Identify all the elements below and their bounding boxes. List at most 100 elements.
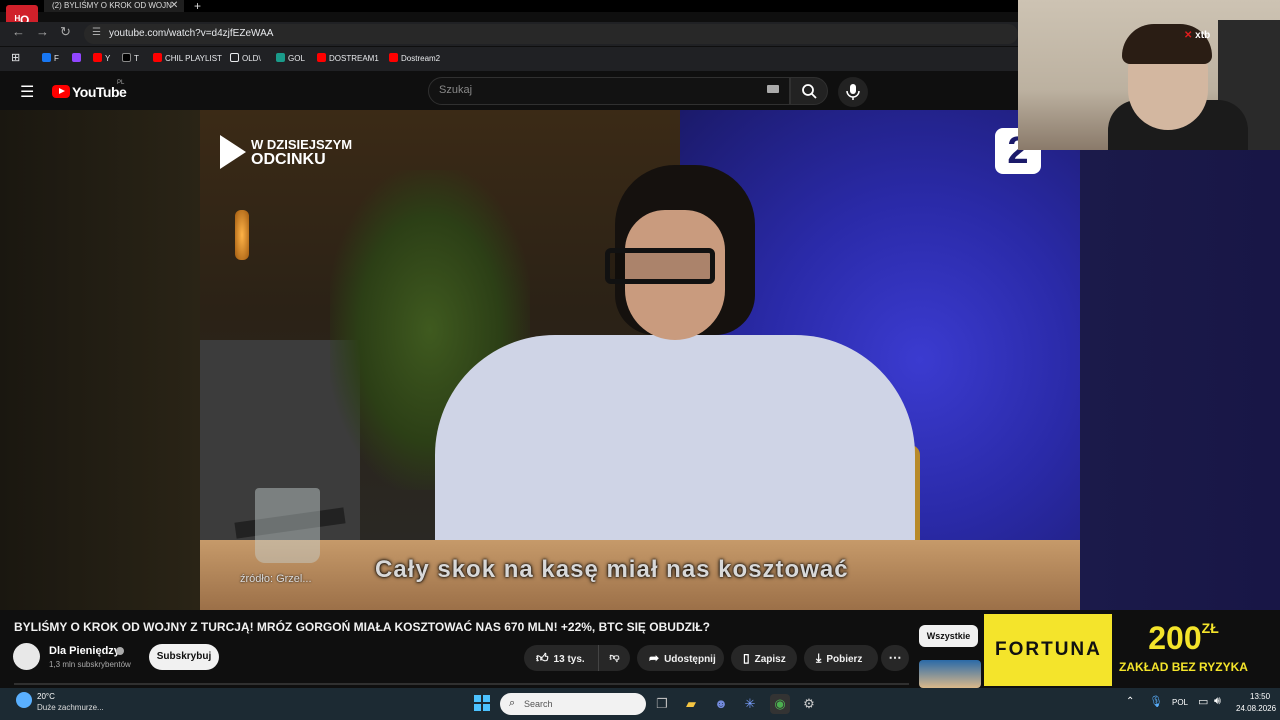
folder-icon (230, 53, 239, 62)
taskbar-search[interactable]: ⌕ Search (500, 693, 646, 715)
channel-name[interactable]: Dla Pieniędzy (49, 645, 120, 657)
settings-gear-icon[interactable]: ⚙ (799, 694, 819, 714)
like-button[interactable]: 👍︎ 13 tys. (524, 645, 598, 671)
more-actions-button[interactable]: ⋯ (881, 645, 909, 671)
twitch-icon (72, 53, 81, 62)
webcam-overlay (1018, 0, 1280, 150)
volume-icon[interactable]: 🔊︎ (1214, 695, 1221, 708)
thumbs-up-icon: 👍︎ (536, 651, 549, 665)
bookmark-f[interactable]: F (42, 53, 59, 63)
youtube-play-icon (52, 85, 70, 99)
bookmark-chil-playlist[interactable]: CHIL PLAYLIST (153, 53, 222, 63)
app-sparkle-icon[interactable]: ✳ (740, 694, 760, 714)
taskbar: 20°C Duże zachmurze... ⌕ Search ❐ ▰ ☻ ✳ … (0, 688, 1280, 720)
weather-description[interactable]: Duże zachmurze... (37, 703, 104, 712)
bookmark-icon: ▯ (743, 651, 750, 665)
search-icon: ⌕ (509, 697, 516, 709)
xtb-icon: ✕ (1184, 30, 1193, 41)
discord-icon[interactable]: ☻ (711, 694, 731, 714)
browser-tab[interactable]: (2) BYLIŚMY O KROK OD WOJN (44, 0, 184, 12)
thumbs-down-icon: 👎︎ (609, 652, 620, 663)
facebook-icon (42, 53, 51, 62)
file-explorer-icon[interactable]: ▰ (681, 694, 701, 714)
subscriber-count: 1,3 mln subskrybentów (49, 660, 131, 669)
tab-close-icon[interactable]: ✕ (170, 0, 178, 12)
clock-time[interactable]: 13:50 (1250, 692, 1270, 701)
filter-chip-all[interactable]: Wszystkie (919, 625, 978, 647)
search-button[interactable] (790, 77, 828, 105)
bookmark-y[interactable]: Y (93, 53, 110, 63)
divider (14, 683, 909, 685)
episode-badge: W DZISIEJSZYM ODCINKU (220, 135, 352, 169)
water-glass (255, 488, 320, 563)
search-icon (802, 84, 817, 99)
url-text[interactable]: youtube.com/watch?v=d4zjfEZeWAA (109, 28, 273, 39)
bookmarks-bar: ⊞ F Y T CHIL PLAYLIST OLD\ GOL DOSTREAM1… (0, 47, 1018, 71)
search-input[interactable] (439, 84, 739, 96)
weather-temperature[interactable]: 20°C (37, 692, 55, 701)
tray-overflow-icon[interactable]: ⌃ (1126, 696, 1134, 707)
site-info-icon[interactable]: ☰ (92, 27, 101, 38)
video-player[interactable]: W DZISIEJSZYM ODCINKU 2 źródło: Grzel... … (200, 110, 1080, 610)
lamp (235, 210, 249, 260)
microphone-tray-icon[interactable]: 🎙︎ (1149, 695, 1163, 708)
recommended-thumbnail[interactable] (919, 660, 981, 688)
reload-icon[interactable]: ↻ (60, 24, 71, 40)
subscribe-button[interactable]: Subskrybuj (149, 644, 219, 670)
network-icon[interactable]: ▭ (1198, 695, 1208, 708)
youtube-icon (93, 53, 102, 62)
youtube-logo[interactable]: YouTube PL (52, 80, 127, 101)
keyboard-icon[interactable] (767, 85, 779, 93)
ad-brand: FORTUNA (995, 639, 1102, 660)
ad-tagline: ZAKŁAD BEZ RYZYKA (1119, 660, 1248, 674)
bookmark-dostream1[interactable]: DOSTREAM1 (317, 53, 379, 63)
x-icon (122, 53, 131, 62)
download-icon: ⤓ (816, 651, 822, 665)
bookmark-t[interactable]: T (122, 53, 139, 63)
task-view-icon[interactable]: ❐ (652, 694, 672, 714)
presenter-glasses (605, 248, 715, 284)
ad-banner[interactable]: FORTUNA 200ZŁ ZAKŁAD BEZ RYZYKA (984, 614, 1255, 686)
presenter-body (435, 335, 915, 565)
weather-icon[interactable] (16, 692, 32, 708)
youtube-icon (389, 53, 398, 62)
share-icon: ➦ (649, 651, 660, 665)
download-button[interactable]: ⤓ Pobierz (804, 645, 878, 671)
hamburger-menu-icon[interactable]: ☰ (20, 82, 34, 102)
forward-icon[interactable]: → (36, 24, 49, 39)
channel-avatar[interactable] (13, 643, 40, 670)
microphone-icon (846, 84, 860, 100)
voice-search-button[interactable] (838, 77, 868, 107)
start-button[interactable] (474, 695, 490, 711)
sponsor-badge: ✕ xtb (1184, 30, 1211, 41)
bookmark-old[interactable]: OLD\ (230, 53, 261, 63)
ad-amount: 200ZŁ (1148, 620, 1219, 656)
bookmark-gol[interactable]: GOL (276, 53, 305, 63)
address-bar: ← → ↻ ☰ youtube.com/watch?v=d4zjfEZeWAA (0, 22, 1018, 46)
ad-brand-panel: FORTUNA (984, 614, 1112, 686)
play-badge-icon (220, 135, 246, 169)
dislike-button[interactable]: 👎︎ (598, 645, 630, 671)
new-tab-icon[interactable]: + (194, 0, 201, 13)
source-label: źródło: Grzel... (240, 573, 312, 585)
verified-icon (116, 647, 124, 655)
apps-grid-icon[interactable]: ⊞ (11, 51, 20, 64)
bookmark-twitch[interactable] (72, 53, 84, 63)
language-indicator[interactable]: POL (1172, 698, 1188, 707)
tab-title: (2) BYLIŚMY O KROK OD WOJN (52, 1, 172, 10)
region-code: PL (117, 80, 125, 86)
youtube-header: ☰ YouTube PL (0, 72, 1018, 110)
save-button[interactable]: ▯ Zapisz (731, 645, 797, 671)
search-box (428, 77, 790, 105)
omnibox[interactable]: ☰ youtube.com/watch?v=d4zjfEZeWAA (84, 24, 1018, 44)
ad-offer-panel: 200ZŁ ZAKŁAD BEZ RYZYKA (1112, 614, 1255, 686)
clock-date[interactable]: 24.08.2026 (1236, 704, 1276, 713)
share-button[interactable]: ➦ Udostępnij (637, 645, 724, 671)
video-title: BYLIŚMY O KROK OD WOJNY Z TURCJĄ! MRÓZ G… (14, 620, 710, 634)
more-icon: ⋯ (888, 650, 902, 665)
ambient-right (1080, 150, 1280, 610)
youtube-icon (317, 53, 326, 62)
bookmark-dostream2[interactable]: Dostream2 (389, 53, 440, 63)
back-icon[interactable]: ← (12, 24, 25, 39)
chrome-icon[interactable]: ◉ (770, 694, 790, 714)
